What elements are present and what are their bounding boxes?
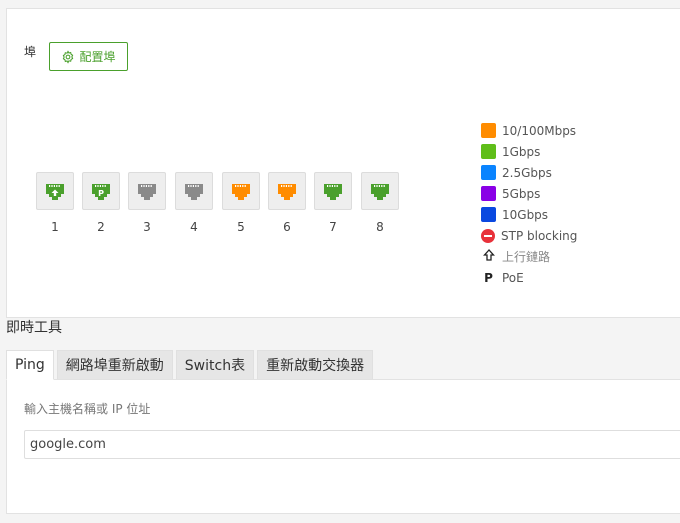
port-4[interactable]: 4 — [175, 172, 213, 234]
port-2[interactable]: P2 — [82, 172, 120, 234]
color-swatch — [481, 123, 496, 138]
tab-restart-switch[interactable]: 重新啟動交換器 — [257, 350, 374, 380]
legend-label: 10Gbps — [502, 207, 549, 222]
ports-label: 埠 — [24, 45, 37, 59]
port-number: 4 — [190, 220, 198, 234]
host-field-label: 輸入主機名稱或 IP 位址 — [24, 402, 151, 416]
legend-label: 10/100Mbps — [502, 123, 577, 138]
poe-icon: P — [484, 270, 493, 285]
port-jack-icon — [36, 172, 74, 210]
color-swatch — [481, 186, 496, 201]
legend-item: 1Gbps — [481, 141, 577, 162]
port-5[interactable]: 5 — [222, 172, 260, 234]
port-6[interactable]: 6 — [268, 172, 306, 234]
legend-item: 10/100Mbps — [481, 120, 577, 141]
legend-label: STP blocking — [501, 228, 578, 243]
color-swatch — [481, 144, 496, 159]
port-jack-icon — [222, 172, 260, 210]
port-jack-icon — [314, 172, 352, 210]
speed-legend: 10/100Mbps 1Gbps 2.5Gbps 5Gbps 10Gbps STP blo… — [481, 120, 577, 288]
configure-ports-button[interactable]: 配置埠 — [49, 42, 128, 71]
live-tools-title: 即時工具 — [6, 320, 62, 336]
port-jack-icon — [268, 172, 306, 210]
gear-icon — [63, 49, 74, 64]
stp-blocking-icon — [481, 228, 495, 243]
port-jack-icon — [361, 172, 399, 210]
legend-item: 2.5Gbps — [481, 162, 577, 183]
port-number: 1 — [51, 220, 59, 234]
port-7[interactable]: 7 — [314, 172, 352, 234]
tab-switch-table[interactable]: Switch表 — [175, 350, 255, 380]
color-swatch — [481, 165, 496, 180]
ping-panel: 輸入主機名稱或 IP 位址 — [6, 379, 680, 514]
legend-label: 5Gbps — [502, 186, 541, 201]
port-number: 5 — [237, 220, 245, 234]
legend-label: 上行鏈路 — [502, 250, 551, 264]
configure-ports-label: 配置埠 — [79, 50, 116, 64]
port-number: 8 — [376, 220, 384, 234]
legend-item: 10Gbps — [481, 204, 577, 225]
host-input[interactable] — [24, 430, 680, 459]
legend-label: 2.5Gbps — [502, 165, 552, 180]
legend-label: 1Gbps — [502, 144, 541, 159]
legend-item: P PoE — [481, 267, 577, 288]
color-swatch — [481, 207, 496, 222]
ports-panel: 埠 配置埠 1P2345678 10/100Mbps 1Gbps 2.5Gbps 5G… — [6, 8, 680, 318]
tools-tabs: Ping 網路埠重新啟動 Switch表 重新啟動交換器 — [6, 350, 376, 380]
legend-label: PoE — [502, 270, 524, 285]
port-number: 6 — [283, 220, 291, 234]
port-jack-icon — [175, 172, 213, 210]
legend-item: STP blocking — [481, 225, 577, 246]
port-1[interactable]: 1 — [36, 172, 74, 234]
uplink-arrow-icon — [481, 249, 496, 264]
port-number: 3 — [143, 220, 151, 234]
port-8[interactable]: 8 — [361, 172, 399, 234]
tab-port-restart[interactable]: 網路埠重新啟動 — [56, 350, 173, 380]
legend-item: 上行鏈路 — [481, 246, 577, 267]
port-number: 7 — [329, 220, 337, 234]
tab-ping[interactable]: Ping — [6, 350, 54, 380]
svg-text:P: P — [98, 189, 104, 198]
port-jack-icon — [128, 172, 166, 210]
port-3[interactable]: 3 — [128, 172, 166, 234]
legend-item: 5Gbps — [481, 183, 577, 204]
port-number: 2 — [97, 220, 105, 234]
port-jack-icon: P — [82, 172, 120, 210]
